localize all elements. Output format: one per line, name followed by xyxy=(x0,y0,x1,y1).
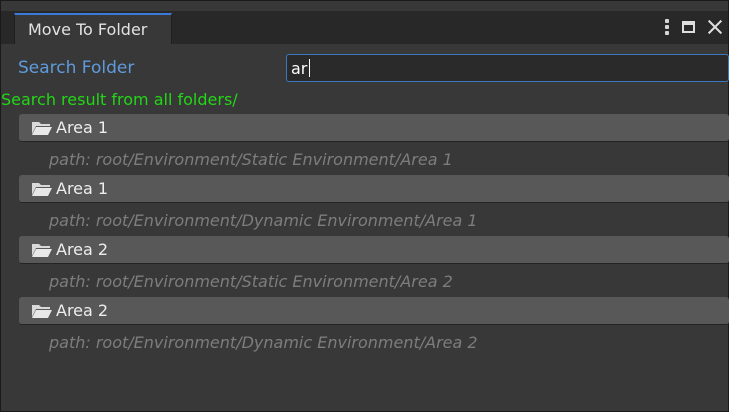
move-to-folder-window: Move To Folder Search Folder Search resu… xyxy=(0,0,729,412)
folder-name: Area 1 xyxy=(56,117,109,137)
list-item: Area 2 path: root/Environment/Static Env… xyxy=(19,236,729,297)
folder-open-icon xyxy=(32,304,52,318)
maximize-icon[interactable] xyxy=(682,21,695,33)
folder-path: path: root/Environment/Static Environmen… xyxy=(49,272,453,291)
folder-button[interactable]: Area 1 xyxy=(19,175,729,203)
list-item: Area 1 path: root/Environment/Dynamic En… xyxy=(19,175,729,236)
folder-path: path: root/Environment/Static Environmen… xyxy=(49,150,453,169)
folder-path: path: root/Environment/Dynamic Environme… xyxy=(49,211,478,230)
search-results-list: Area 1 path: root/Environment/Static Env… xyxy=(19,114,729,358)
tab-move-to-folder[interactable]: Move To Folder xyxy=(14,13,173,44)
folder-button[interactable]: Area 2 xyxy=(19,297,729,325)
list-item: Area 2 path: root/Environment/Dynamic En… xyxy=(19,297,729,358)
folder-name: Area 1 xyxy=(56,178,109,198)
list-item: Area 1 path: root/Environment/Static Env… xyxy=(19,114,729,175)
folder-path: path: root/Environment/Dynamic Environme… xyxy=(49,333,478,352)
folder-name: Area 2 xyxy=(56,239,109,259)
window-controls xyxy=(665,15,722,39)
close-icon[interactable] xyxy=(708,20,722,34)
folder-button[interactable]: Area 2 xyxy=(19,236,729,264)
folder-open-icon xyxy=(32,121,52,135)
search-folder-label: Search Folder xyxy=(18,58,135,78)
folder-name: Area 2 xyxy=(56,300,109,320)
tab-bar: Move To Folder xyxy=(1,11,728,44)
folder-open-icon xyxy=(32,243,52,257)
kebab-menu-icon[interactable] xyxy=(665,19,669,35)
search-result-header: Search result from all folders/ xyxy=(1,90,238,109)
text-caret xyxy=(309,59,310,77)
folder-button[interactable]: Area 1 xyxy=(19,114,729,142)
folder-open-icon xyxy=(32,182,52,196)
search-folder-input[interactable] xyxy=(286,54,729,82)
